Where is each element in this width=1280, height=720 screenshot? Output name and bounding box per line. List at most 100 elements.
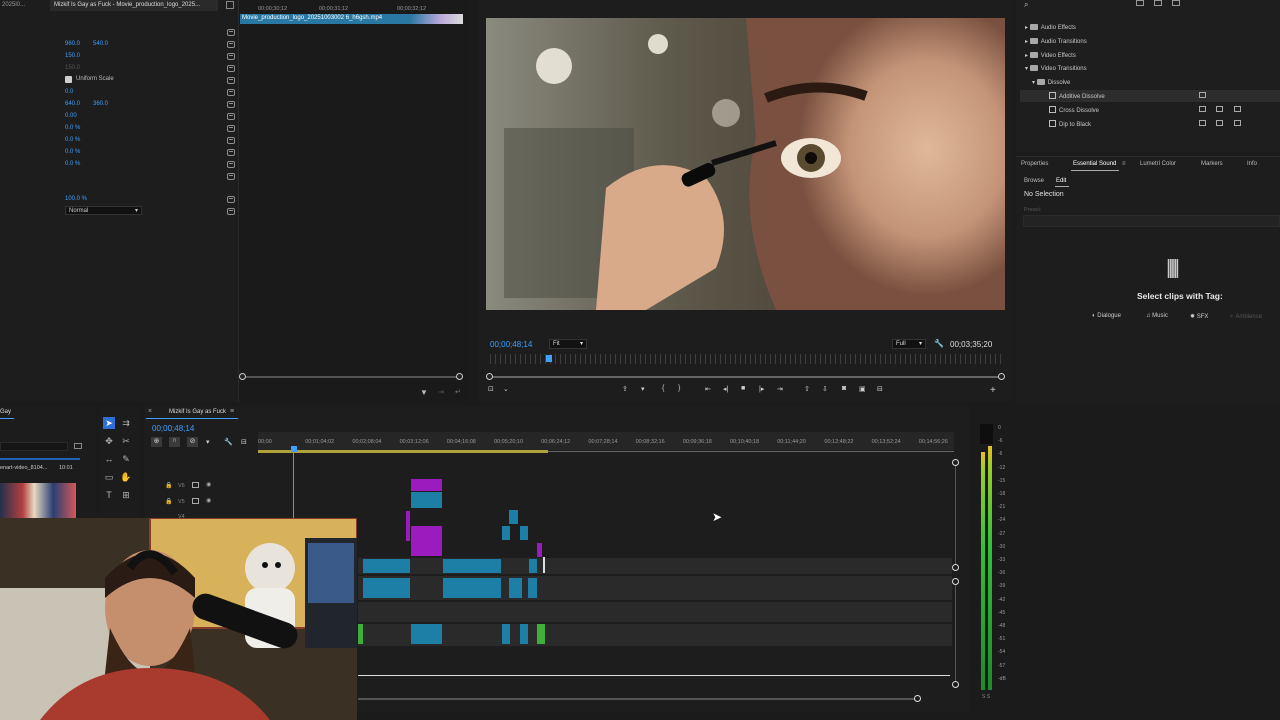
vr-icon[interactable]: ⊟ <box>877 385 883 393</box>
clip-teal[interactable] <box>443 559 501 573</box>
project-tab[interactable]: 2025l0... <box>0 0 46 11</box>
program-timecode[interactable]: 00;00;48;14 <box>490 340 532 349</box>
reset-icon[interactable] <box>227 137 235 144</box>
crop-right-value[interactable]: 0.0 % <box>65 149 80 155</box>
effects-folder-dissolve[interactable]: ▾ Dissolve <box>1032 79 1070 86</box>
go-to-out-icon[interactable]: ⇥ <box>777 385 783 393</box>
clip-teal[interactable] <box>529 559 537 573</box>
effect-additive-dissolve[interactable]: Additive Dissolve <box>1049 92 1105 100</box>
project-title[interactable]: Gay <box>0 409 11 415</box>
reset-icon[interactable] <box>227 208 235 215</box>
eye-icon[interactable]: ◉ <box>206 481 211 488</box>
type-tool-icon[interactable]: T <box>103 489 115 501</box>
vertical-scroll-handle[interactable] <box>952 564 959 571</box>
ripple-edit-tool-icon[interactable]: ✥ <box>103 435 115 447</box>
reset-icon[interactable] <box>227 113 235 120</box>
reset-icon[interactable] <box>227 53 235 60</box>
mark-out-icon[interactable]: } <box>678 385 680 392</box>
toggle-sync-icon[interactable] <box>192 498 199 504</box>
track-v5-label[interactable]: V5 <box>178 499 185 505</box>
timeline-settings-icon[interactable]: 🔧 <box>224 438 233 446</box>
effects-folder-audio-effects[interactable]: ▸ Audio Effects <box>1025 24 1076 31</box>
reset-icon[interactable] <box>227 149 235 156</box>
clip-teal[interactable] <box>502 526 510 540</box>
step-back-icon[interactable]: ◂| <box>723 385 728 393</box>
search-icon[interactable]: ⌕ <box>1024 0 1028 10</box>
tag-dialogue-button[interactable]: ◐ Dialogue <box>1092 313 1121 319</box>
tab-markers[interactable]: Markers <box>1201 161 1223 167</box>
fit-select[interactable]: Fit ▾ <box>549 339 587 349</box>
export-frame-icon[interactable]: ⇥ <box>438 388 444 396</box>
clip-teal[interactable] <box>363 559 410 573</box>
reset-icon[interactable] <box>227 29 235 36</box>
extract-icon[interactable]: ⇩ <box>822 385 828 393</box>
slip-tool-icon[interactable]: ↔ <box>103 453 115 465</box>
tag-music-button[interactable]: ♫ Music <box>1146 313 1168 319</box>
timeline-timecode[interactable]: 00;00;48;14 <box>152 424 194 433</box>
audio-scroll-handle[interactable] <box>952 681 959 688</box>
eye-icon[interactable]: ◉ <box>206 497 211 504</box>
chevron-down-icon[interactable]: ⌄ <box>503 385 509 393</box>
filter-icon[interactable]: ▼ <box>420 388 428 397</box>
audio-clip-green[interactable] <box>537 624 545 644</box>
subtab-browse[interactable]: Browse <box>1024 178 1044 184</box>
reset-icon[interactable] <box>227 161 235 168</box>
program-zoom-right[interactable] <box>998 373 1005 380</box>
go-to-in-icon[interactable]: ⇤ <box>705 385 711 393</box>
track-lock-icon[interactable]: 🔒 <box>165 498 172 505</box>
snap-icon[interactable]: ∩ <box>169 437 180 447</box>
reset-icon[interactable] <box>227 125 235 132</box>
ec-zoom-handle-right[interactable] <box>456 373 463 380</box>
audio-clip-teal[interactable] <box>509 578 522 598</box>
pen-tool-icon[interactable]: ✎ <box>120 453 132 465</box>
vertical-scroll-handle[interactable] <box>952 459 959 466</box>
ec-zoom-handle-left[interactable] <box>239 373 246 380</box>
accelerated-icon[interactable] <box>1172 0 1180 6</box>
clip-teal[interactable] <box>509 510 518 524</box>
crop-bottom-value[interactable]: 0.0 % <box>65 161 80 167</box>
project-search-field[interactable] <box>0 442 68 451</box>
program-ruler[interactable] <box>490 354 1002 364</box>
stop-icon[interactable]: ■ <box>741 385 745 392</box>
audio-clip-teal[interactable] <box>520 624 528 644</box>
opacity-value[interactable]: 100.0 % <box>65 196 87 202</box>
effect-cross-dissolve[interactable]: Cross Dissolve <box>1049 106 1099 114</box>
blend-mode-select[interactable]: Normal ▾ <box>65 206 142 215</box>
rectangle-tool-icon[interactable]: ▭ <box>103 471 115 483</box>
meter-solo-buttons[interactable]: S S <box>982 694 990 700</box>
scale-value[interactable]: 150.0 <box>65 53 80 59</box>
subtab-edit[interactable]: Edit <box>1056 178 1066 184</box>
yuv-icon[interactable] <box>1154 0 1162 6</box>
audio-clip-teal[interactable] <box>528 578 537 598</box>
position-x-value[interactable]: 960.0 <box>65 41 80 47</box>
tab-essential-sound[interactable]: Essential Sound <box>1073 161 1116 167</box>
horizontal-zoom-bar[interactable] <box>358 698 918 700</box>
panel-menu-icon[interactable] <box>226 1 234 9</box>
effect-dip-to-black[interactable]: Dip to Black <box>1049 120 1091 128</box>
add-button-icon[interactable]: + <box>990 385 996 396</box>
step-forward-icon[interactable]: |▸ <box>759 385 764 393</box>
mark-in-icon[interactable]: { <box>662 385 664 392</box>
clip-teal[interactable] <box>411 492 442 508</box>
reset-icon[interactable] <box>227 77 235 84</box>
clip-purple[interactable] <box>411 479 442 491</box>
source-tab[interactable]: Mizkif Is Gay as Fuck - Movie_production… <box>50 0 218 11</box>
camera-icon[interactable]: ◙ <box>842 385 846 392</box>
captions-icon[interactable]: ⊟ <box>241 438 247 446</box>
linked-selection-icon[interactable]: ⊘ <box>187 437 198 447</box>
audio-clip-teal[interactable] <box>411 624 442 644</box>
selection-tool-icon[interactable]: ➤ <box>103 417 115 429</box>
reset-icon[interactable] <box>227 65 235 72</box>
reset-icon[interactable] <box>227 41 235 48</box>
clip-purple[interactable] <box>537 543 542 557</box>
tag-sfx-button[interactable]: ✹ SFX <box>1190 313 1208 320</box>
tab-info[interactable]: Info <box>1247 161 1257 167</box>
hamburger-menu-icon[interactable]: ≡ <box>1122 161 1126 167</box>
program-playhead[interactable] <box>546 355 552 362</box>
nest-toggle-icon[interactable]: ⊕ <box>151 437 162 447</box>
return-icon[interactable]: ↵ <box>455 388 461 396</box>
tab-lumetri-color[interactable]: Lumetri Color <box>1140 161 1176 167</box>
hamburger-menu-icon[interactable]: ≡ <box>230 408 234 415</box>
quality-select[interactable]: Full ▾ <box>892 339 926 349</box>
hand-tool-icon[interactable]: ✋ <box>120 471 132 483</box>
